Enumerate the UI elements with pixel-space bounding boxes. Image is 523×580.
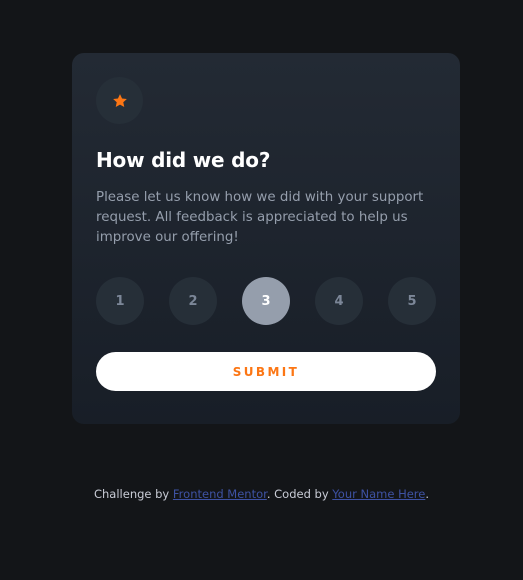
rating-card: How did we do? Please let us know how we…	[72, 53, 460, 424]
card-title: How did we do?	[96, 148, 271, 172]
rating-button-1[interactable]: 1	[96, 277, 144, 325]
rating-button-5[interactable]: 5	[388, 277, 436, 325]
attribution-prefix: Challenge by	[93, 487, 173, 501]
star-icon	[112, 93, 128, 109]
author-link[interactable]: Your Name Here	[332, 487, 425, 501]
attribution-suffix: .	[425, 487, 430, 501]
submit-button[interactable]: SUBMIT	[96, 352, 436, 391]
rating-button-2[interactable]: 2	[169, 277, 217, 325]
card-description: Please let us know how we did with your …	[96, 190, 424, 245]
star-badge	[96, 77, 143, 124]
rating-options: 1 2 3 4 5	[96, 277, 436, 325]
rating-button-4[interactable]: 4	[315, 277, 363, 325]
attribution: Challenge by Frontend Mentor. Coded by Y…	[0, 487, 523, 501]
rating-button-3[interactable]: 3	[242, 277, 290, 325]
frontend-mentor-link[interactable]: Frontend Mentor	[173, 487, 267, 501]
attribution-middle: . Coded by	[266, 487, 333, 501]
